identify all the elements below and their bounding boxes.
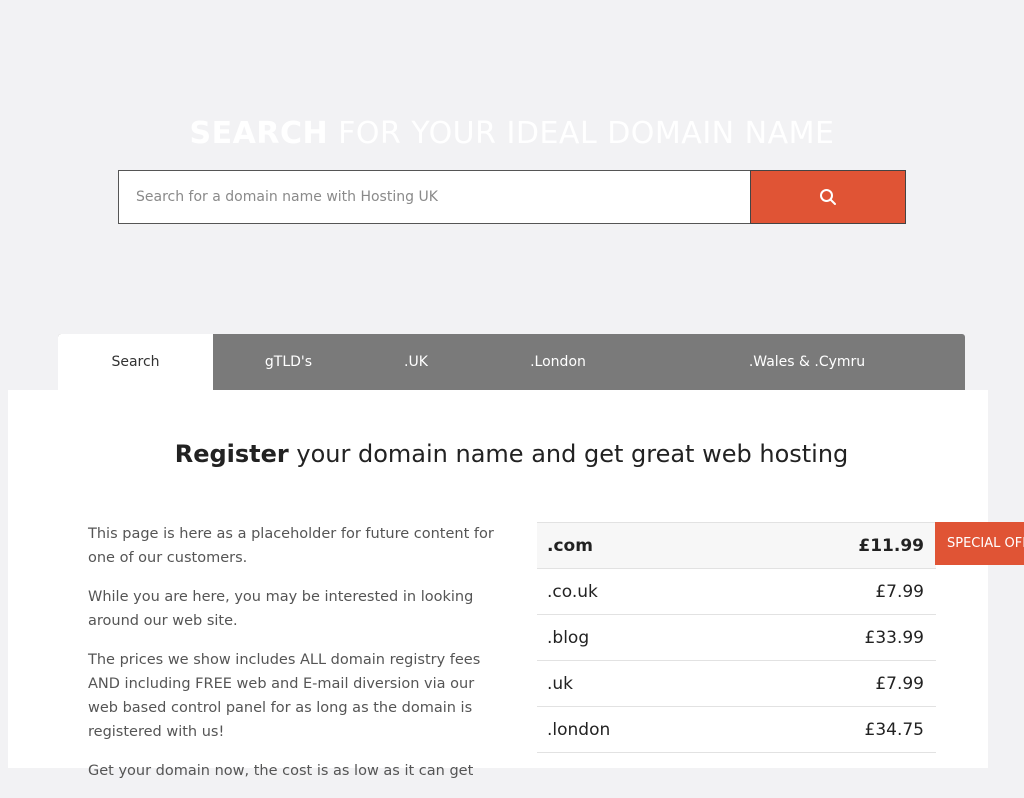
- price-row-uk[interactable]: .uk £7.99: [537, 661, 936, 707]
- tab-uk[interactable]: .UK: [364, 334, 468, 390]
- tld-name: .blog: [547, 627, 590, 648]
- intro-text: This page is here as a placeholder for f…: [88, 522, 498, 798]
- price-row-com[interactable]: .com £11.99: [537, 523, 936, 569]
- intro-paragraph: This page is here as a placeholder for f…: [88, 526, 494, 566]
- tld-name: .uk: [547, 673, 574, 694]
- tld-price: £7.99: [875, 673, 924, 694]
- intro-paragraph: Get your domain now, the cost is as low …: [88, 763, 474, 779]
- search-icon: [819, 188, 837, 206]
- price-row-london[interactable]: .london £34.75: [537, 707, 936, 753]
- domain-tabs: Search gTLD's .UK .London .Wales & .Cymr…: [58, 334, 965, 390]
- special-offer-badge: SPECIAL OFFER: [935, 522, 1024, 565]
- panel-heading-rest: your domain name and get great web hosti…: [288, 440, 849, 468]
- intro-paragraph: While you are here, you may be intereste…: [88, 589, 474, 629]
- domain-price-table: .com £11.99 .co.uk £7.99 .blog £33.99 .u…: [537, 522, 936, 753]
- panel-heading: Register your domain name and get great …: [8, 440, 1015, 468]
- price-row-blog[interactable]: .blog £33.99: [537, 615, 936, 661]
- intro-paragraph: The prices we show includes ALL domain r…: [88, 652, 481, 740]
- hero-title: SEARCH FOR YOUR IDEAL DOMAIN NAME: [0, 116, 1024, 151]
- hero-title-rest: FOR YOUR IDEAL DOMAIN NAME: [328, 116, 835, 151]
- tab-london[interactable]: .London: [468, 334, 648, 390]
- tld-price: £34.75: [864, 719, 924, 740]
- search-tab-panel: Register your domain name and get great …: [8, 390, 1024, 779]
- price-row-co-uk[interactable]: .co.uk £7.99: [537, 569, 936, 615]
- panel-heading-strong: Register: [174, 440, 289, 468]
- tab-wales-cymru[interactable]: .Wales & .Cymru: [648, 334, 966, 390]
- tld-price: £33.99: [864, 627, 924, 648]
- tld-name: .com: [547, 535, 593, 556]
- tab-gtlds[interactable]: gTLD's: [213, 334, 364, 390]
- tld-name: .london: [547, 719, 611, 740]
- tab-search[interactable]: Search: [58, 334, 213, 390]
- tld-price: £7.99: [875, 581, 924, 602]
- domain-search-form: [118, 170, 906, 224]
- search-button[interactable]: [750, 170, 906, 224]
- tld-name: .co.uk: [547, 581, 598, 602]
- domain-search-input[interactable]: [118, 170, 750, 224]
- tld-price: £11.99: [858, 535, 924, 556]
- hero-section: SEARCH FOR YOUR IDEAL DOMAIN NAME: [0, 0, 1024, 334]
- hero-title-strong: SEARCH: [189, 116, 329, 151]
